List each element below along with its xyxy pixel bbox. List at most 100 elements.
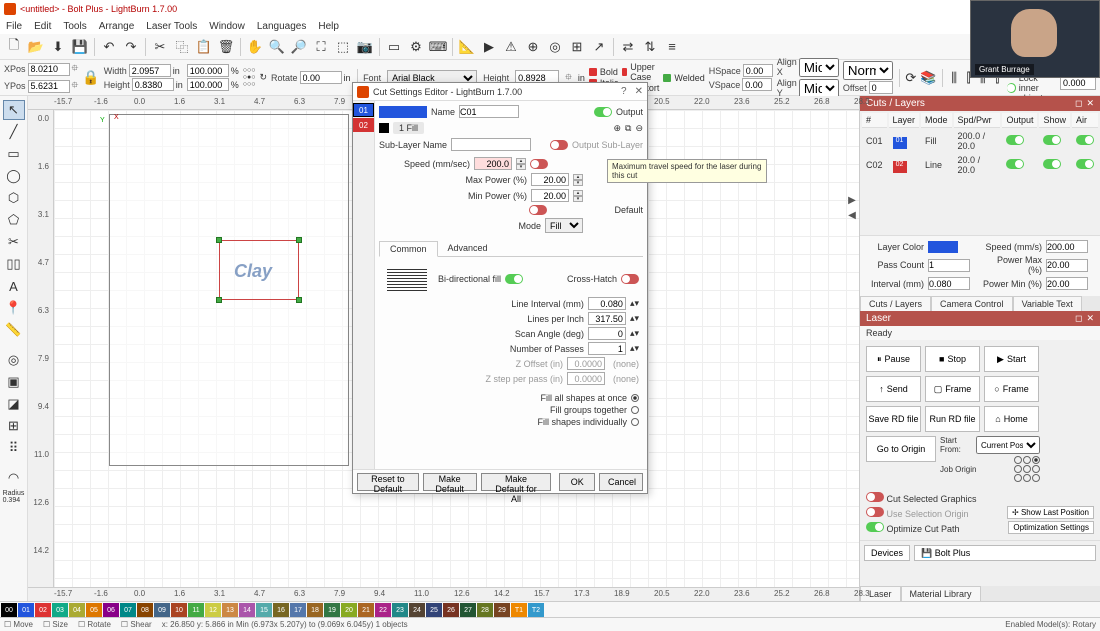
resize-handle[interactable] [296,237,302,243]
use-sel-origin-toggle[interactable] [866,507,884,517]
camera-icon[interactable]: 📷 [355,37,375,57]
menu-languages[interactable]: Languages [257,21,307,32]
alignx-select[interactable]: Middle [799,58,839,77]
del-sublayer-icon[interactable]: ⊖ [635,123,643,134]
show-last-pos-button[interactable]: ✢ Show Last Position [1007,506,1094,519]
line-interval-input[interactable] [588,297,626,310]
devices-button[interactable]: Devices [864,545,910,561]
edit-nodes-icon[interactable]: ✂ [3,232,25,252]
welded-toggle[interactable] [663,74,671,82]
height-input[interactable] [132,78,174,91]
start-from-select[interactable]: Current Position [976,436,1040,454]
menu-laser-tools[interactable]: Laser Tools [146,21,197,32]
table-row[interactable]: C0101Fill200.0 / 20.0 [862,130,1098,152]
color-swatch[interactable]: 04 [69,603,85,617]
menu-help[interactable]: Help [318,21,339,32]
color-swatch[interactable]: 18 [307,603,323,617]
menu-file[interactable]: File [6,21,22,32]
tab-material-library[interactable]: Material Library [901,586,981,601]
send-icon[interactable]: ↗ [589,37,609,57]
uppercase-toggle[interactable] [622,68,627,76]
color-swatch[interactable]: 14 [239,603,255,617]
polygon-tool-icon[interactable]: ⬡ [3,188,25,208]
menu-arrange[interactable]: Arrange [99,21,135,32]
measure-tool-icon[interactable]: 📏 [3,320,25,340]
lpi-input[interactable] [588,312,626,325]
panel-close-icon[interactable]: ✕ [1086,313,1094,324]
color-swatch[interactable]: 21 [358,603,374,617]
resize-handle[interactable] [296,297,302,303]
rect-tool-icon[interactable]: ▭ [3,144,25,164]
flip-h-icon[interactable]: ⇄ [618,37,638,57]
sublayer-name-input[interactable] [451,138,531,151]
color-swatch[interactable]: 07 [120,603,136,617]
color-swatch[interactable]: 20 [341,603,357,617]
target-icon[interactable]: ◎ [545,37,565,57]
color-swatch[interactable]: 08 [137,603,153,617]
tab-cuts-layers[interactable]: Cuts / Layers [860,296,931,311]
make-default-all-button[interactable]: Make Default for All [481,473,552,491]
panel-float-icon[interactable]: ◻ [1075,313,1082,324]
origin-radio[interactable] [1023,465,1031,473]
width-input[interactable] [129,64,171,77]
color-swatch[interactable]: 25 [426,603,442,617]
add-sublayer-icon[interactable]: ⊕ [613,123,621,134]
array-tool-icon[interactable]: ⊞ [3,416,25,436]
bold-toggle[interactable] [589,68,597,76]
line-tool-icon[interactable]: ╱ [3,122,25,142]
table-row[interactable]: C0202Line20.0 / 20.0 [862,154,1098,176]
color-swatch[interactable]: 02 [35,603,51,617]
height-pct-input[interactable] [187,78,229,91]
color-swatch[interactable]: 15 [256,603,272,617]
origin-radio[interactable] [1014,465,1022,473]
padding-input[interactable] [1060,77,1096,90]
dialog-close-icon[interactable]: ✕ [635,86,643,97]
position-tool-icon[interactable]: 📍 [3,298,25,318]
opt-settings-button[interactable]: Optimization Settings [1008,521,1094,534]
tab-common[interactable]: Common [379,241,438,257]
color-swatch[interactable]: 10 [171,603,187,617]
tabs-tool-icon[interactable]: ▯▯ [3,254,25,274]
vspace-input[interactable] [742,78,772,91]
min-default-toggle[interactable] [529,205,547,215]
pan-icon[interactable]: ✋ [245,37,265,57]
start-button[interactable]: ▶ Start [984,346,1039,372]
dlg-speed-input[interactable] [474,157,512,170]
stop-button[interactable]: ■ Stop [925,346,980,372]
normal-select[interactable]: Normal [843,61,893,80]
import-icon[interactable]: ⬇ [48,37,68,57]
bidir-toggle[interactable] [505,274,523,284]
layer-name-input[interactable] [459,105,519,118]
origin-radio[interactable] [1032,456,1040,464]
color-swatch[interactable]: 12 [205,603,221,617]
color-swatch[interactable]: 05 [86,603,102,617]
color-swatch[interactable]: 17 [290,603,306,617]
origin-radio[interactable] [1023,474,1031,482]
text-object[interactable]: Clay [234,261,272,282]
color-swatch[interactable]: 23 [392,603,408,617]
flip-v-icon[interactable]: ⇅ [640,37,660,57]
play-icon[interactable]: ▶ [479,37,499,57]
tab-variable-text[interactable]: Variable Text [1013,296,1082,311]
radius-tool-icon[interactable]: ◠ [3,468,25,488]
optimize-toggle[interactable] [866,522,884,532]
passcount-input[interactable] [928,259,970,272]
new-icon[interactable]: 🗋 [4,37,24,57]
color-swatch[interactable]: 27 [460,603,476,617]
frame-rect-button[interactable]: ▢ Frame [925,376,980,402]
undo-icon[interactable]: ↶ [99,37,119,57]
grid-icon[interactable]: ⊞ [567,37,587,57]
zoom-selection-icon[interactable]: ⬚ [333,37,353,57]
measure-icon[interactable]: 📐 [457,37,477,57]
origin-radio[interactable] [1032,474,1040,482]
color-swatch[interactable]: 11 [188,603,204,617]
zoom-in-icon[interactable]: 🔍 [267,37,287,57]
redo-icon[interactable]: ↷ [121,37,141,57]
color-swatch[interactable]: 09 [154,603,170,617]
goto-origin-button[interactable]: Go to Origin [866,436,936,462]
paste-icon[interactable]: 📋 [194,37,214,57]
color-swatch[interactable]: 28 [477,603,493,617]
powermin-input[interactable] [1046,277,1088,290]
color-swatch[interactable]: 06 [103,603,119,617]
resize-handle[interactable] [216,297,222,303]
